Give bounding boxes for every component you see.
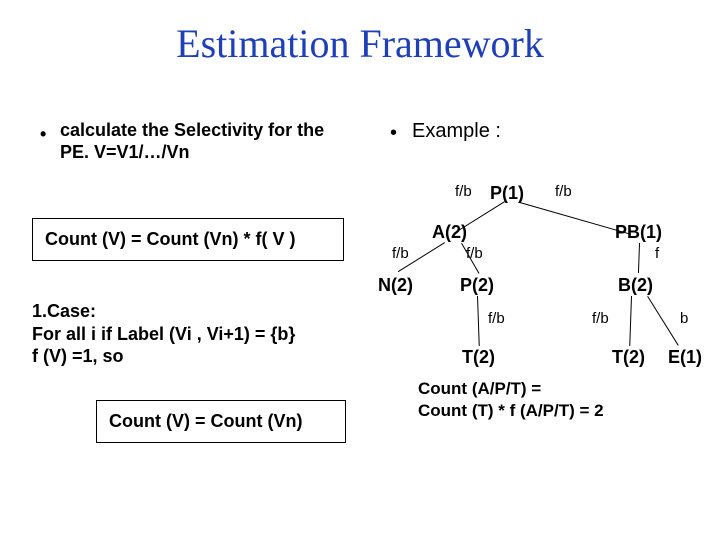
edge-label-fb: f/b <box>392 245 409 262</box>
edge-label-b: b <box>680 310 688 327</box>
node-a2: A(2) <box>432 222 467 243</box>
node-e1: E(1) <box>668 347 702 368</box>
result-line-2: Count (T) * f (A/P/T) = 2 <box>418 400 604 421</box>
bullet-dot-icon: • <box>390 122 397 145</box>
tree-edge-line <box>629 296 632 346</box>
edge-label-fb: f/b <box>488 310 505 327</box>
tree-edge-line <box>638 243 640 273</box>
edge-label-fb: f/b <box>592 310 609 327</box>
slide: Estimation Framework • calculate the Sel… <box>0 0 720 540</box>
formula-2-text: Count (V) = Count (Vn) <box>109 411 302 431</box>
case-text: 1.Case: For all i if Label (Vi , Vi+1) =… <box>32 300 372 368</box>
node-p1: P(1) <box>490 183 524 204</box>
edge-label-f: f <box>655 245 659 262</box>
node-t2-left: T(2) <box>462 347 495 368</box>
formula-box-2: Count (V) = Count (Vn) <box>96 400 346 443</box>
formula-1-text: Count (V) = Count (Vn) * f( V ) <box>45 229 295 249</box>
formula-box-1: Count (V) = Count (Vn) * f( V ) <box>32 218 344 261</box>
tree-edge-line <box>477 296 480 346</box>
tree-edge-line <box>647 296 679 346</box>
node-pb1: PB(1) <box>615 222 662 243</box>
node-p2: P(2) <box>460 275 494 296</box>
result-line-1: Count (A/P/T) = <box>418 378 541 399</box>
edge-label-fb: f/b <box>455 183 472 200</box>
bullet-dot-icon: • <box>40 124 46 145</box>
tree-edge-line <box>520 202 631 235</box>
node-n2: N(2) <box>378 275 413 296</box>
node-b2: B(2) <box>618 275 653 296</box>
left-bullet: • calculate the Selectivity for the PE. … <box>40 120 340 163</box>
slide-title: Estimation Framework <box>0 20 720 67</box>
edge-label-fb: f/b <box>466 245 483 262</box>
edge-label-fb: f/b <box>555 183 572 200</box>
left-bullet-text: calculate the Selectivity for the PE. V=… <box>60 120 340 163</box>
right-bullet: • Example : <box>390 120 501 143</box>
right-bullet-text: Example : <box>412 120 501 142</box>
node-t2-right: T(2) <box>612 347 645 368</box>
